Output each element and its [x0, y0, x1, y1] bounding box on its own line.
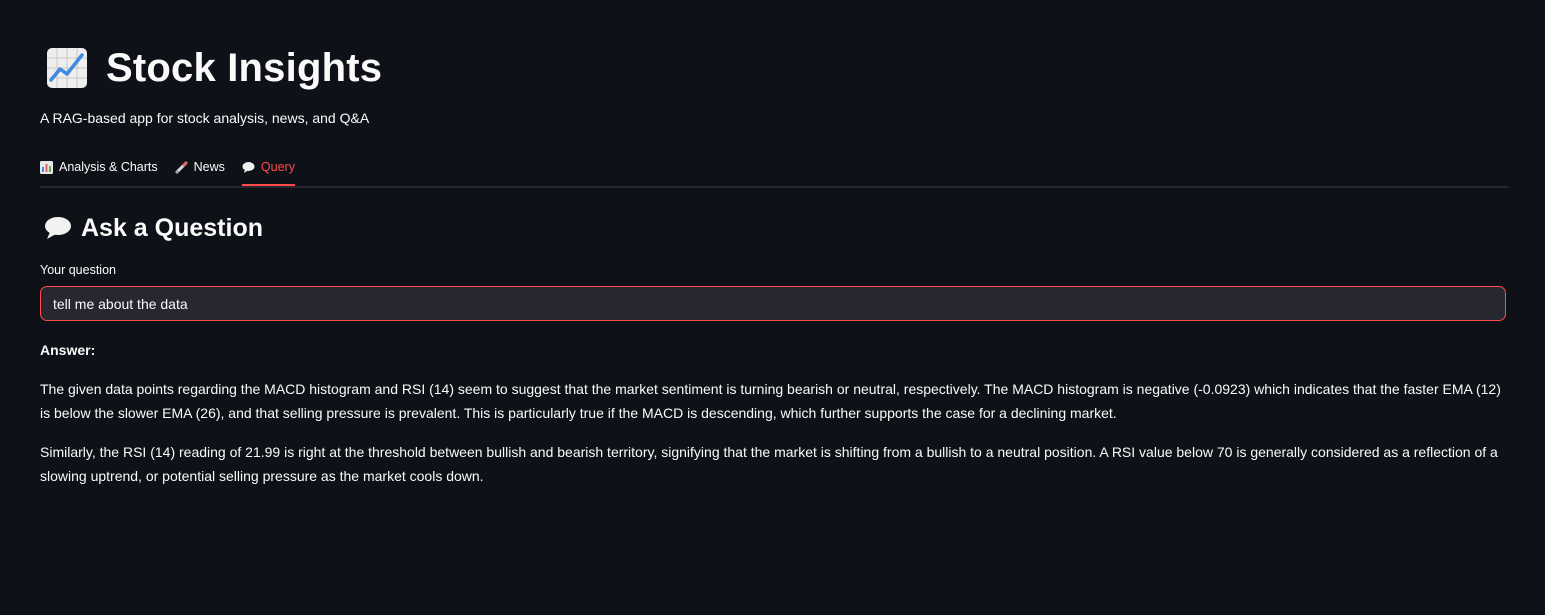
speech-bubble-icon	[44, 216, 72, 240]
section-title: Ask a Question	[81, 213, 263, 242]
question-field-label: Your question	[40, 263, 116, 277]
page-title-row: Stock Insights	[46, 42, 382, 94]
tab-analysis-charts[interactable]: Analysis & Charts	[40, 150, 158, 184]
question-input-container	[40, 286, 1506, 321]
speech-bubble-icon	[242, 161, 255, 174]
page-title: Stock Insights	[106, 45, 383, 90]
answer-paragraph: The given data points regarding the MACD…	[40, 381, 1501, 421]
tab-bar: Analysis & Charts News Query	[40, 150, 1508, 188]
tab-label: News	[193, 160, 225, 174]
chart-increasing-icon	[46, 47, 88, 89]
tab-query[interactable]: Query	[241, 150, 296, 186]
answer-label: Answer:	[40, 342, 96, 358]
answer-paragraph: Similarly, the RSI (14) reading of 21.99…	[40, 444, 1498, 484]
page-subtitle: A RAG-based app for stock analysis, news…	[40, 110, 370, 126]
tab-news[interactable]: News	[175, 150, 225, 184]
bar-chart-icon	[40, 160, 53, 174]
pencil-icon	[175, 161, 188, 174]
tab-label: Query	[260, 160, 295, 174]
section-heading: Ask a Question	[44, 210, 263, 246]
tab-label: Analysis & Charts	[59, 160, 158, 174]
question-input[interactable]	[41, 287, 1505, 320]
